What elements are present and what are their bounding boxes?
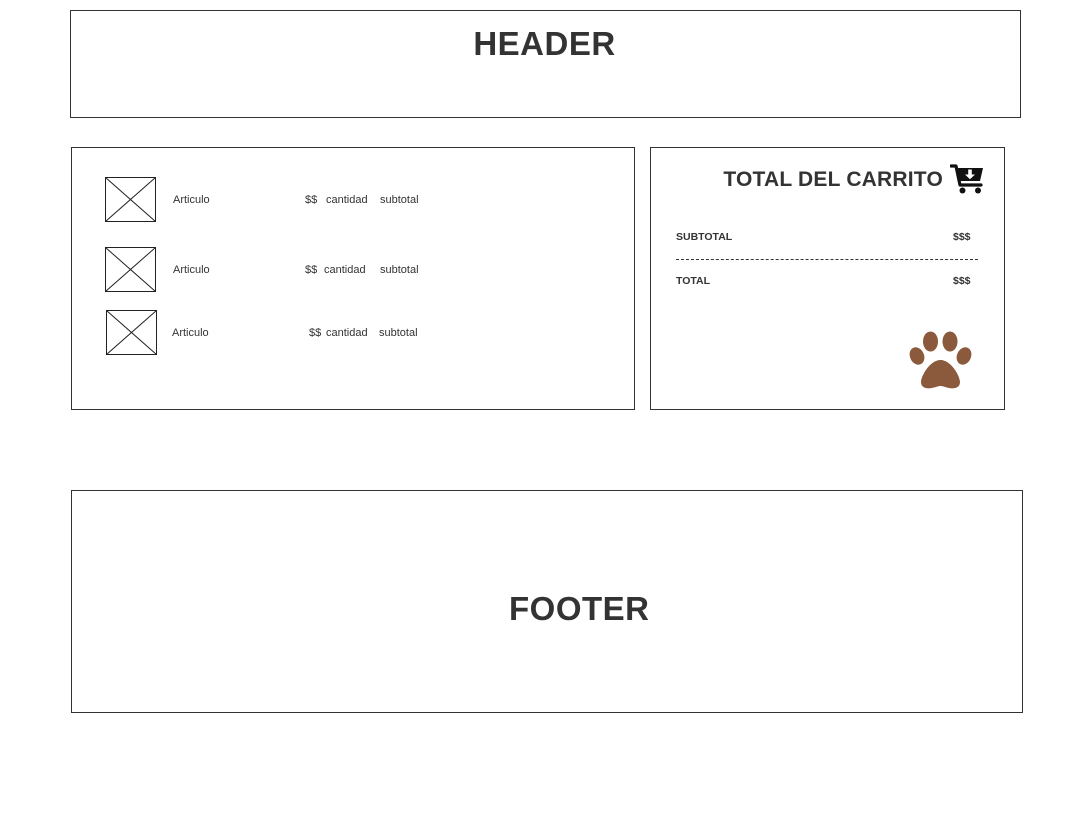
cart-download-icon[interactable] [949, 163, 986, 195]
footer-title: FOOTER [509, 590, 650, 627]
cart-item-row: Articulo $$ cantidad subtotal [72, 177, 634, 223]
header: HEADER [70, 10, 1021, 118]
item-name[interactable]: Articulo [172, 326, 209, 340]
cart-total-panel: TOTAL DEL CARRITO SUBTOTAL $$$ TOTAL $$$ [650, 147, 1005, 410]
cart-item-row: Articulo $$ cantidad subtotal [72, 247, 634, 293]
product-image-placeholder[interactable] [105, 177, 156, 222]
item-price: $$ [305, 194, 318, 206]
summary-divider [676, 259, 978, 260]
item-price: $$ [309, 327, 322, 339]
cart-total-title: TOTAL DEL CARRITO [723, 168, 943, 191]
paw-icon [908, 331, 974, 391]
subtotal-label: SUBTOTAL [676, 231, 733, 243]
item-quantity[interactable]: cantidad [326, 326, 368, 340]
product-image-placeholder[interactable] [105, 247, 156, 292]
item-name[interactable]: Articulo [173, 193, 210, 207]
footer: FOOTER [71, 490, 1023, 713]
total-label: TOTAL [676, 275, 711, 287]
cart-items-panel: Articulo $$ cantidad subtotal Articulo $… [71, 147, 635, 410]
item-subtotal: subtotal [380, 264, 419, 276]
header-title: HEADER [473, 25, 616, 62]
item-subtotal: subtotal [379, 327, 418, 339]
subtotal-value: $$$ [953, 231, 971, 243]
item-subtotal: subtotal [380, 194, 419, 206]
total-value: $$$ [953, 275, 971, 287]
item-quantity[interactable]: cantidad [326, 193, 368, 207]
product-image-placeholder[interactable] [106, 310, 157, 355]
item-name[interactable]: Articulo [173, 263, 210, 277]
item-quantity[interactable]: cantidad [324, 263, 366, 277]
item-price: $$ [305, 264, 318, 276]
cart-item-row: Articulo $$ cantidad subtotal [72, 310, 634, 356]
